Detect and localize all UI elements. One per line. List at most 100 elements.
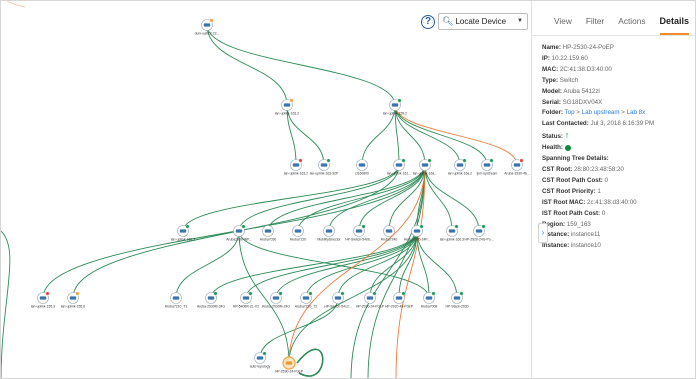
device-node-label: lan-uplink-155.3 [171,238,195,242]
device-node[interactable]: Aruba7210_T1 [165,292,188,309]
switch-glyph-icon [395,296,403,300]
status-badge [481,224,486,229]
device-node[interactable]: lan-uplink-155.3 [171,224,195,242]
switch-glyph-icon [285,361,293,365]
collapse-panel-button[interactable]: › [538,223,548,243]
status-badge [489,158,494,163]
device-node[interactable]: lan-uplink-163-32P [310,158,339,176]
tab-filter[interactable]: Filter [586,16,604,35]
device-node[interactable]: HP-2920-48-PoEP [385,291,414,309]
device-node[interactable]: lan-uplink-155.3 [31,291,55,309]
locate-device-label: Locate Device [455,17,507,26]
detail-cst-root: CST Root: 28:80:23:48:58:20 [542,165,624,173]
device-node[interactable]: HP-2920-24-PoEP [356,291,385,309]
device-node[interactable]: Aruba7030 [260,225,277,242]
device-node[interactable]: lan-uplink-16a.2 [448,158,472,176]
status-badge [75,291,80,296]
device-node[interactable]: lan-uplink-160.3 [440,224,464,242]
switch-glyph-icon [334,296,342,300]
device-node-label: lan-uplink-160.3 [440,238,464,242]
detail-mac: MAC: 2C:41:38:D3:40:00 [542,65,612,73]
app-frame: duni-uab12-22... lan-uplink-163.2 lan-upli… [0,0,696,379]
device-node[interactable]: MobilityDirector [317,225,342,242]
device-node-label: lan-uplink-163.2 [275,112,299,116]
chevron-down-icon: ▼ [517,18,523,24]
device-node[interactable]: Aruba-2930-46... [504,158,530,176]
device-node-label: Aruba2930-24P... [404,238,430,242]
status-badge [298,158,303,163]
device-node[interactable]: lpm-upstream [477,158,498,176]
detail-serial: Serial: SG18DXV04X [542,98,603,106]
folder-link-lab-upstream[interactable]: Lab upstream [582,109,620,116]
search-icon: 🔍︎ [442,16,454,26]
device-node-label: Aruba-2930M-24G [262,305,290,309]
topology-nodes: duni-uab12-22...lan-uplink-163.2 lan-upli… [31,18,530,374]
device-node-label: HP-5406R-ZL-V2 [233,305,259,309]
device-node[interactable]: HP-2920-24G-Po... [464,224,494,242]
status-badge [401,291,406,296]
panel-tabs: View Filter Actions Details [532,1,695,36]
device-node[interactable]: lan-uplink-159.2 [383,98,407,116]
device-node[interactable]: lan-uplink-163.2 [284,158,308,176]
detail-stp-header: Spanning Tree Details: [542,155,609,163]
tab-actions[interactable]: Actions [618,16,645,35]
device-node[interactable]: HP-5406R-ZL-V2 [233,291,259,309]
device-node-label: Aruba7008 [421,305,438,309]
switch-glyph-icon [39,296,47,300]
switch-glyph-icon [513,163,521,167]
device-node[interactable]: Aruba7220 [290,225,307,242]
switch-glyph-icon [207,296,215,300]
switch-glyph-icon [320,163,328,167]
device-node-label: lan-uplink-155.3 [31,305,55,309]
switch-glyph-icon [292,163,300,167]
device-node[interactable]: HP-Switch-5406... [345,224,373,242]
status-badge [340,291,345,296]
device-node[interactable]: HP-Stack-2930 [446,291,469,309]
detail-ist-path-cost: IST Root Path Cost: 0 [542,209,606,217]
link-n2-n9 [394,104,488,166]
status-badge [372,291,377,296]
device-node[interactable]: lan-uplink-155.6 [61,291,85,309]
tab-view[interactable]: View [554,16,572,35]
status-badge [361,224,366,229]
device-node-label: Aruba7030 [260,238,277,242]
status-badge [462,158,467,163]
device-node[interactable]: duni-uab12-22... [195,18,220,36]
device-node-label: duni-uab12-22... [195,32,220,36]
switch-glyph-icon [325,229,333,233]
locate-device-dropdown[interactable]: 🔍︎ Locate Device ▼ [438,13,528,30]
device-node[interactable]: cl160800 [355,159,369,176]
device-node-label: HP-Stack-2930 [446,305,469,309]
link-offscreen-2 [395,164,426,378]
detail-health: Health: [542,143,695,154]
help-button[interactable]: ? [421,15,435,29]
switch-glyph-icon [294,229,302,233]
switch-glyph-icon [302,296,310,300]
status-badge [45,291,50,296]
device-node-label: cl160800 [355,172,369,176]
device-node-label: HP-2920-24G-Po... [464,238,493,242]
device-node[interactable]: lan-uplink-161... [387,158,411,176]
topology-graph[interactable]: duni-uab12-22...lan-uplink-163.2 lan-upli… [1,1,531,379]
device-node[interactable]: Aruba-2930M-24G [197,291,225,309]
folder-link-top[interactable]: Top [565,109,575,116]
tab-details[interactable]: Details [659,16,690,35]
device-node[interactable]: auto-topology [250,351,271,369]
folder-link-lab-8x[interactable]: Lab 8x [627,109,646,116]
switch-glyph-icon [391,103,399,107]
topology-canvas[interactable]: duni-uab12-22... lan-uplink-163.2 lan-upli… [1,1,531,379]
switch-glyph-icon [235,229,243,233]
device-node-label: Aruba7210_T2 [295,305,318,309]
device-node[interactable]: Aruba2930-24P... [404,224,430,242]
switch-glyph-icon [172,296,180,300]
device-node[interactable]: lan-uplink-16a... [413,158,437,176]
switch-glyph-icon [413,229,421,233]
switch-glyph-icon [264,229,272,233]
device-node-label: lan-uplink-159.2 [383,112,407,116]
status-badge [262,351,267,356]
device-node[interactable]: Aruba7008 [421,291,438,309]
device-node[interactable]: lan-uplink-163.2 [275,98,299,116]
switch-glyph-icon [483,163,491,167]
device-node-label: lan-uplink-161... [387,172,411,176]
device-node-label: auto-topology [250,365,271,369]
